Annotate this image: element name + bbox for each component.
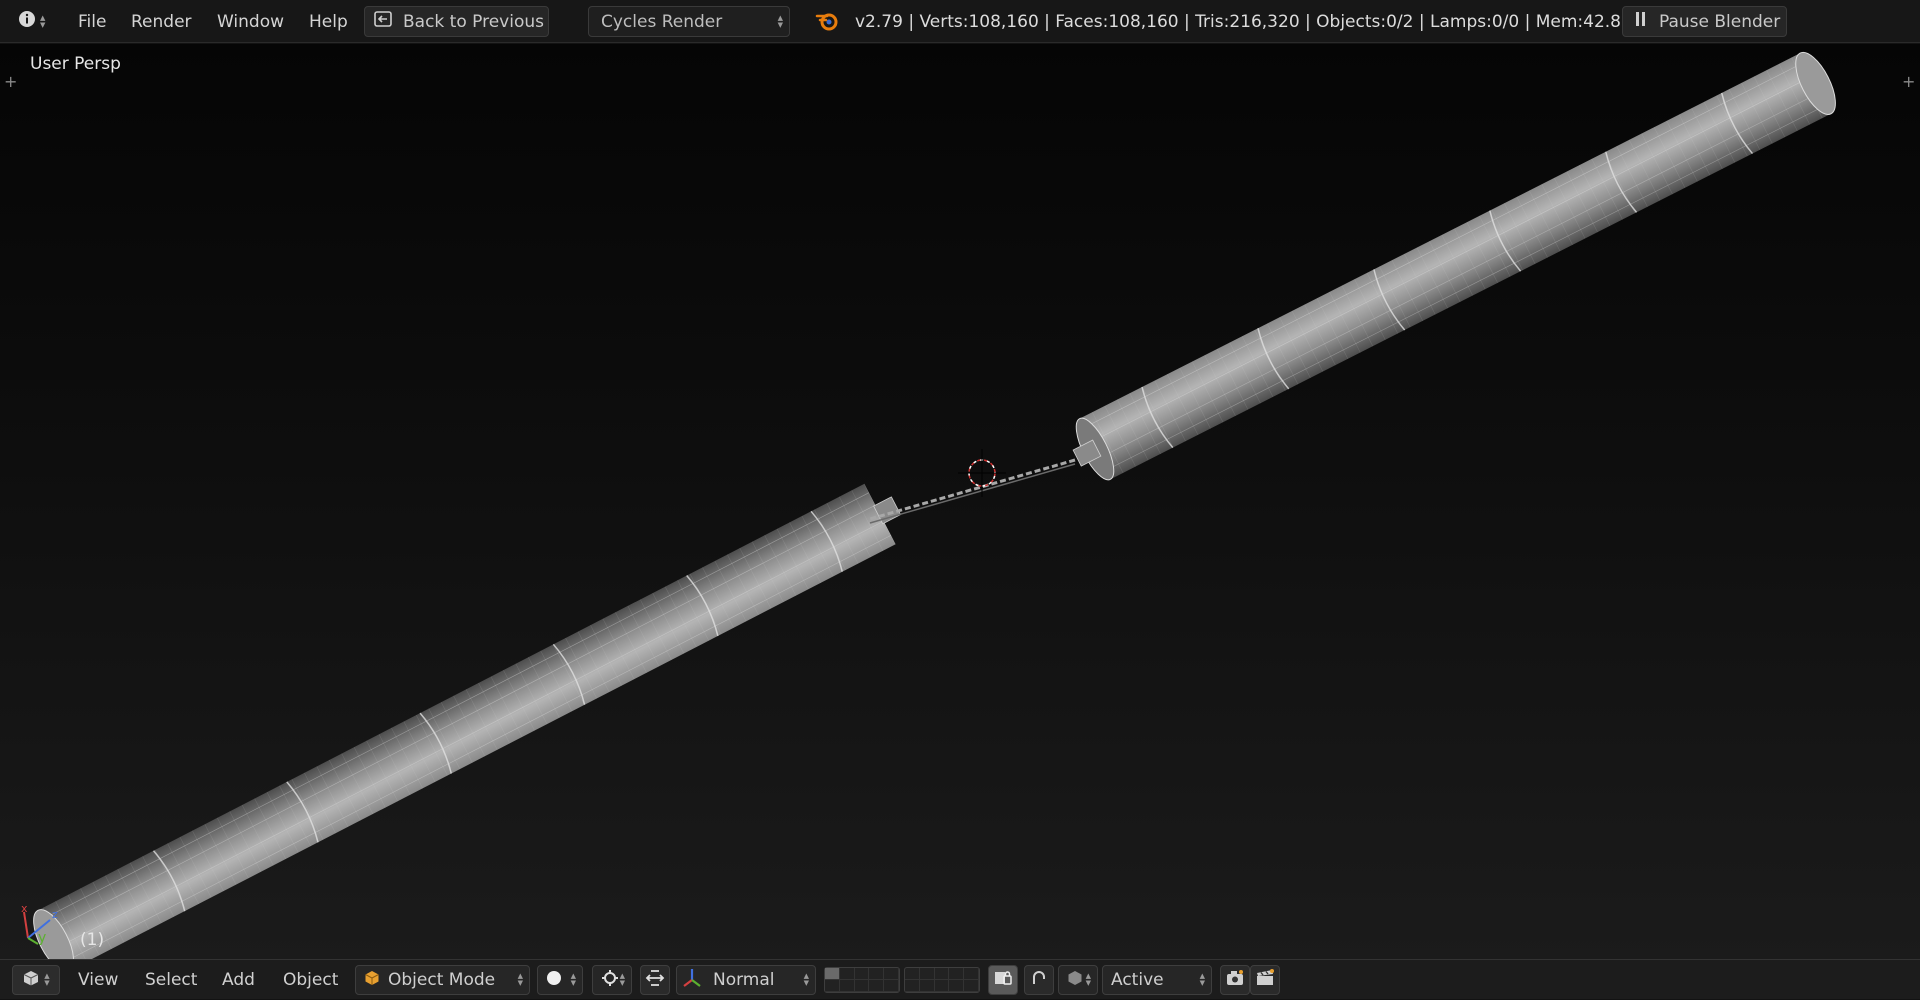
layer-toggle[interactable] <box>869 980 885 992</box>
layer-toggle[interactable] <box>854 968 870 980</box>
3d-viewport[interactable]: User Persp + + x z y (1) <box>0 44 1920 959</box>
back-icon <box>373 11 393 32</box>
layer-toggle[interactable] <box>949 980 965 992</box>
interaction-mode-value: Object Mode <box>388 970 496 990</box>
axis-x-label: x <box>21 902 28 915</box>
scene-canvas <box>33 51 1836 959</box>
interaction-mode-dropdown[interactable]: Object Mode ▲ ▼ <box>355 965 530 995</box>
snap-element-dropdown[interactable]: ▲ ▼ <box>1058 965 1098 995</box>
layers-grid-b[interactable] <box>904 967 980 993</box>
layer-toggle[interactable] <box>934 980 950 992</box>
menu-select[interactable]: Select <box>145 960 197 1000</box>
transform-axes-icon <box>681 967 703 994</box>
layer-toggle[interactable] <box>919 968 935 980</box>
menu-view[interactable]: View <box>78 960 118 1000</box>
updown-arrows-icon: ▲ ▼ <box>619 972 625 987</box>
manipulator-toggle-button[interactable] <box>640 965 670 995</box>
proportional-editing-button[interactable] <box>1024 965 1054 995</box>
layer-toggle[interactable] <box>839 980 855 992</box>
info-header: ▲ ▼ File Render Window Help Back to Previ… <box>0 0 1920 43</box>
menu-object[interactable]: Object <box>283 960 338 1000</box>
pivot-point-icon <box>601 969 619 992</box>
snap-target-dropdown[interactable]: Active ▲ ▼ <box>1102 965 1212 995</box>
render-animation-button[interactable] <box>1250 965 1280 995</box>
solid-shading-icon <box>546 970 562 991</box>
frame-indicator: (1) <box>80 930 105 950</box>
back-to-previous-label: Back to Previous <box>403 11 544 32</box>
area-split-left-icon[interactable]: + <box>4 74 17 90</box>
snap-magnet-icon <box>1030 969 1048 992</box>
back-to-previous-button[interactable]: Back to Previous <box>364 6 549 37</box>
updown-arrows-icon: ▲ ▼ <box>517 972 523 987</box>
editor-type-selector[interactable]: ▲ ▼ <box>12 965 60 995</box>
layers-grid-a[interactable] <box>824 967 900 993</box>
snap-target-value: Active <box>1111 970 1164 990</box>
scene-statistics: v2.79 | Verts:108,160 | Faces:108,160 | … <box>855 11 1647 32</box>
pivot-point-dropdown[interactable]: ▲ ▼ <box>592 965 632 995</box>
layer-toggle[interactable] <box>825 968 840 980</box>
lock-layers-icon <box>993 969 1013 992</box>
view-label: User Persp <box>30 54 121 74</box>
menu-add[interactable]: Add <box>222 960 255 1000</box>
3d-view-icon <box>22 969 40 992</box>
viewport-shading-dropdown[interactable]: ▲ ▼ <box>537 965 583 995</box>
layer-toggle[interactable] <box>919 980 935 992</box>
pause-blender-button[interactable]: Pause Blender <box>1622 6 1787 37</box>
updown-arrows-icon: ▲ ▼ <box>44 972 50 987</box>
nunchaku-rod-right <box>1072 51 1836 481</box>
blender-logo-icon <box>815 10 839 37</box>
updown-arrows-icon: ▲ ▼ <box>40 13 46 29</box>
updown-arrows-icon: ▲ ▼ <box>777 13 783 29</box>
layer-toggle[interactable] <box>949 968 965 980</box>
editor-type-selector[interactable]: ▲ ▼ <box>8 7 46 36</box>
nunchaku-chain <box>869 458 1076 524</box>
3d-cursor[interactable] <box>958 449 1006 497</box>
render-engine-value: Cycles Render <box>601 11 723 32</box>
menu-help[interactable]: Help <box>309 0 348 43</box>
menu-file[interactable]: File <box>78 0 106 43</box>
updown-arrows-icon: ▲ ▼ <box>1199 972 1205 987</box>
layer-toggle[interactable] <box>884 980 899 992</box>
pause-blender-label: Pause Blender <box>1659 11 1781 32</box>
layer-toggle[interactable] <box>884 968 899 980</box>
render-image-button[interactable] <box>1220 965 1250 995</box>
pause-icon <box>1635 11 1647 32</box>
manipulator-icon <box>645 969 665 992</box>
axis-y-label: y <box>38 930 47 946</box>
layer-toggle[interactable] <box>905 980 920 992</box>
layer-toggle[interactable] <box>934 968 950 980</box>
layer-toggle[interactable] <box>839 968 855 980</box>
transform-orientation-dropdown[interactable]: Normal ▲ ▼ <box>676 965 816 995</box>
menu-render[interactable]: Render <box>131 0 192 43</box>
updown-arrows-icon: ▲ ▼ <box>1085 972 1091 987</box>
updown-arrows-icon: ▲ ▼ <box>803 972 809 987</box>
axis-z-label: z <box>52 908 58 921</box>
layer-toggle[interactable] <box>964 980 979 992</box>
snap-volume-icon <box>1067 970 1083 991</box>
object-mode-icon <box>364 970 380 991</box>
lock-camera-layers-button[interactable] <box>988 965 1018 995</box>
info-icon <box>18 10 36 33</box>
render-engine-dropdown[interactable]: Cycles Render ▲ ▼ <box>588 6 790 37</box>
menu-window[interactable]: Window <box>217 0 284 43</box>
3d-view-header: ▲ ▼ View Select Add Object Object Mode ▲ ▼… <box>0 959 1920 999</box>
layer-toggle[interactable] <box>854 980 870 992</box>
layer-toggle[interactable] <box>905 968 920 980</box>
nunchaku-rod-left <box>33 483 902 959</box>
layer-toggle[interactable] <box>825 980 840 992</box>
area-split-right-icon[interactable]: + <box>1902 74 1915 90</box>
camera-icon <box>1225 969 1245 992</box>
axis-gizmo: x z y <box>14 902 64 948</box>
layer-toggle[interactable] <box>964 968 979 980</box>
transform-orientation-value: Normal <box>713 970 775 990</box>
layer-toggle[interactable] <box>869 968 885 980</box>
clapperboard-icon <box>1255 968 1275 992</box>
updown-arrows-icon: ▲ ▼ <box>570 972 576 987</box>
